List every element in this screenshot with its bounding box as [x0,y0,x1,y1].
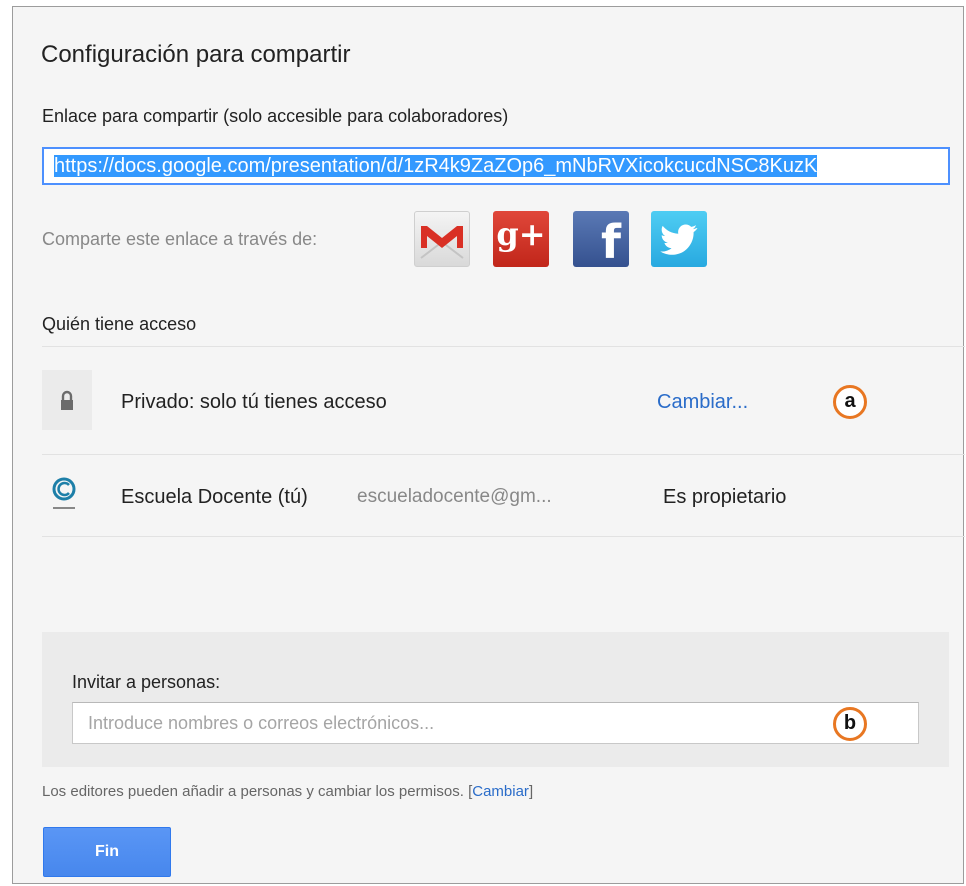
google-plus-glyph: g+ [496,215,546,253]
twitter-icon[interactable] [651,211,707,267]
escuela-docente-logo [50,475,80,515]
lock-icon [42,370,92,430]
share-settings-dialog: Configuración para compartir Enlace para… [12,6,965,884]
owner-role: Es propietario [663,486,787,508]
invite-label: Invitar a personas: [72,672,221,692]
invite-panel: Invitar a personas: b [42,632,949,767]
divider [42,454,965,455]
change-access-link[interactable]: Cambiar... [657,391,748,414]
change-permissions-link[interactable]: Cambiar [472,783,529,800]
owner-email: escueladocente@gm... [357,486,552,507]
share-via-label: Comparte este enlace a través de: [42,229,318,249]
share-link-label: Enlace para compartir (solo accesible pa… [42,106,509,126]
divider [42,536,965,537]
owner-name: Escuela Docente (tú) [121,486,308,508]
invite-input[interactable] [72,702,919,744]
access-heading: Quién tiene acceso [42,314,197,334]
share-link-text: https://docs.google.com/presentation/d/1… [54,155,818,177]
share-link-field[interactable]: https://docs.google.com/presentation/d/1… [42,147,950,185]
facebook-glyph: f [600,215,621,269]
editors-note: Los editores pueden añadir a personas y … [42,783,533,800]
done-button[interactable]: Fin [43,827,171,877]
bracket-close: ] [528,783,534,800]
access-private-text: Privado: solo tú tienes acceso [121,391,387,413]
dialog-title: Configuración para compartir [41,41,351,68]
editors-note-text: Los editores pueden añadir a personas y … [42,783,464,800]
gmail-icon[interactable] [414,211,470,267]
google-plus-icon[interactable]: g+ [493,211,549,267]
annotation-marker-b: b [833,707,867,741]
annotation-marker-a: a [833,385,867,419]
divider [42,346,965,347]
facebook-icon[interactable]: f [573,211,629,269]
